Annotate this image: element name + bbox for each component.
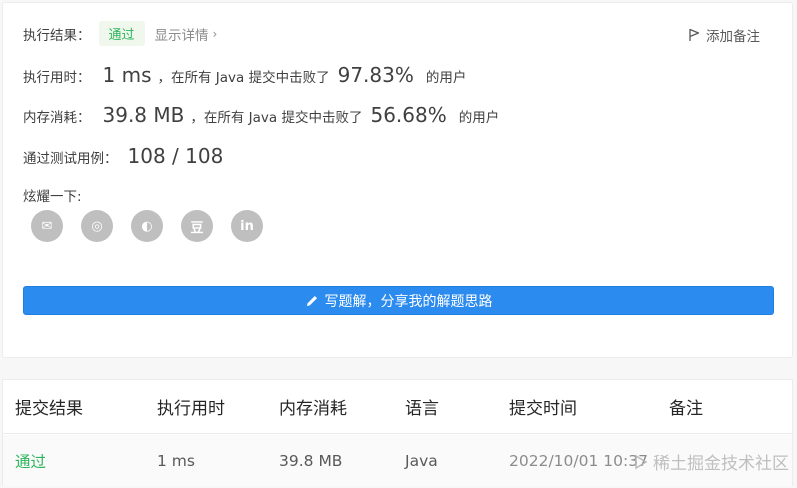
testcases-row: 通过测试用例： 108 / 108 [23,144,223,168]
runtime-middle-text: ，在所有 Java 提交中击败了 [157,70,330,86]
memory-middle-text: ，在所有 Java 提交中击败了 [190,110,363,126]
result-label: 执行结果： [23,27,91,44]
memory-suffix: 的用户 [458,110,500,126]
row-status-link[interactable]: 通过 [15,435,46,486]
header-language: 语言 [405,399,439,419]
add-note-label: 添加备注 [706,29,760,45]
testcases-value: 108 / 108 [127,144,224,168]
table-header: 提交结果 执行用时 内存消耗 语言 提交时间 备注 [3,380,792,434]
header-status: 提交结果 [15,399,83,419]
header-runtime: 执行用时 [157,399,225,419]
write-solution-label: 写题解，分享我的解题思路 [324,293,493,310]
result-row: 执行结果： 通过 显示详情 › [23,21,217,46]
runtime-row: 执行用时： 1 ms ，在所有 Java 提交中击败了 97.83% 的用户 [23,63,466,87]
row-memory: 39.8 MB [279,451,343,470]
row-submit-time: 2022/10/01 10:37 [509,451,648,470]
row-runtime: 1 ms [157,451,195,470]
pencil-icon [306,295,317,306]
share-label: 炫耀一下: [23,189,82,205]
memory-value: 39.8 MB [102,103,185,127]
memory-label: 内存消耗： [23,110,91,126]
qq-icon[interactable]: ◐ [131,210,163,242]
runtime-value: 1 ms [102,63,152,87]
header-submit-time: 提交时间 [509,399,577,419]
show-details-label: 显示详情 [154,27,209,44]
header-memory: 内存消耗 [279,399,347,419]
submission-result-card: 执行结果： 通过 显示详情 › 添加备注 执行用时： 1 ms ，在所有 Jav… [2,2,793,358]
row-language: Java [405,451,438,470]
weibo-icon[interactable]: ◎ [81,210,113,242]
write-solution-button[interactable]: 写题解，分享我的解题思路 [23,286,774,315]
wechat-icon[interactable]: ✉ [31,210,63,242]
memory-row: 内存消耗： 39.8 MB ，在所有 Java 提交中击败了 56.68% 的用… [23,103,499,127]
header-note: 备注 [669,399,703,419]
watermark-text: 稀土掘金技术社区 [653,454,789,474]
douban-icon[interactable]: 豆 [181,210,213,242]
runtime-label: 执行用时： [23,70,91,86]
runtime-percent: 97.83% [337,63,414,87]
flag-icon [689,28,700,41]
add-note-button[interactable]: 添加备注 [688,25,760,45]
memory-percent: 56.68% [370,103,447,127]
linkedin-icon[interactable]: in [231,210,263,242]
show-details-link[interactable]: 显示详情 › [155,24,218,44]
status-badge: 通过 [98,21,145,46]
share-icons: ✉ ◎ ◐ 豆 in [31,210,263,242]
watermark: 稀土掘金技术社区 [633,449,789,474]
juejin-logo-icon [635,454,648,469]
testcases-label: 通过测试用例： [23,151,118,167]
runtime-suffix: 的用户 [425,70,467,86]
chevron-right-icon: › [212,26,218,41]
